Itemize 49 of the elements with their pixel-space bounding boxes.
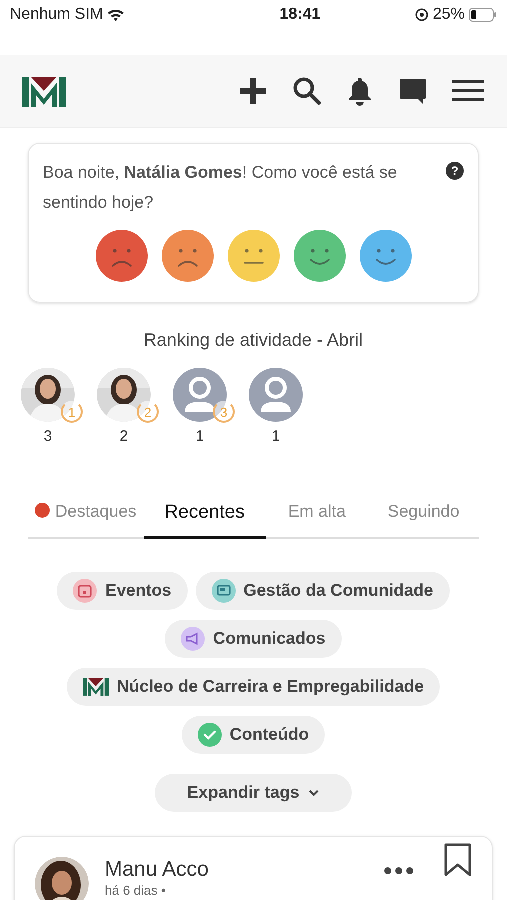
plus-icon[interactable] [238, 76, 268, 106]
mood-face-icon[interactable] [96, 230, 148, 282]
chevron-down-icon [308, 788, 320, 796]
feed-tab[interactable]: Destaques [28, 496, 144, 538]
tag-chip[interactable]: Comunicados [165, 620, 342, 658]
logo-icon [22, 75, 66, 107]
rank-badge: 2 [137, 401, 159, 423]
rank-badge: 3 [213, 401, 235, 423]
chat-icon[interactable] [398, 76, 428, 106]
carrier-label: Nenhum SIM [10, 5, 104, 25]
greeting-text: Boa noite, Natália Gomes! Como você está se sentindo hoje? [43, 162, 398, 214]
clock: 18:41 [280, 5, 321, 25]
check-icon [198, 722, 222, 746]
megaphone-icon [181, 626, 206, 650]
feed-tab[interactable]: Seguindo [368, 496, 479, 538]
tag-chip[interactable]: Núcleo de Carreira e Empregabilidade [66, 668, 440, 706]
calendar-icon [73, 578, 98, 602]
ranking-title: Ranking de atividade - Abril [142, 329, 364, 352]
bookmark-icon[interactable] [444, 842, 472, 876]
expand-tags-button[interactable]: Expandir tags [155, 774, 352, 812]
activity-count: 1 [272, 427, 280, 447]
activity-count: 3 [44, 427, 52, 447]
mood-face-icon[interactable] [294, 230, 346, 282]
mood-face-icon[interactable] [360, 230, 412, 282]
more-options-icon[interactable] [384, 866, 414, 874]
bell-icon[interactable] [346, 76, 374, 106]
rotation-lock-icon [414, 8, 429, 22]
post-time: há 6 dias • [105, 882, 167, 898]
feed-tab[interactable]: Em alta [266, 496, 369, 538]
rank-badge: 1 [61, 401, 83, 423]
avatar-placeholder-icon[interactable] [173, 368, 227, 422]
help-icon[interactable]: ? [446, 162, 464, 180]
mood-face-icon[interactable] [228, 230, 280, 282]
tag-chip[interactable]: Conteúdo [182, 716, 326, 754]
battery-percent: 25% [432, 5, 465, 25]
logo-icon [82, 677, 109, 696]
activity-count: 1 [196, 427, 204, 447]
menu-icon[interactable] [452, 78, 484, 104]
activity-count: 2 [120, 427, 128, 447]
battery-icon [468, 8, 497, 22]
wifi-icon [107, 8, 126, 22]
search-icon[interactable] [292, 76, 322, 106]
feed-tab[interactable]: Recentes [144, 496, 266, 538]
mood-face-icon[interactable] [162, 230, 214, 282]
author-name[interactable]: Manu Acco [105, 856, 209, 882]
tag-chip[interactable]: Eventos [57, 572, 188, 610]
avatar-placeholder-icon[interactable] [249, 368, 303, 422]
monitor-icon [212, 578, 236, 602]
tag-chip[interactable]: Gestão da Comunidade [196, 572, 450, 610]
